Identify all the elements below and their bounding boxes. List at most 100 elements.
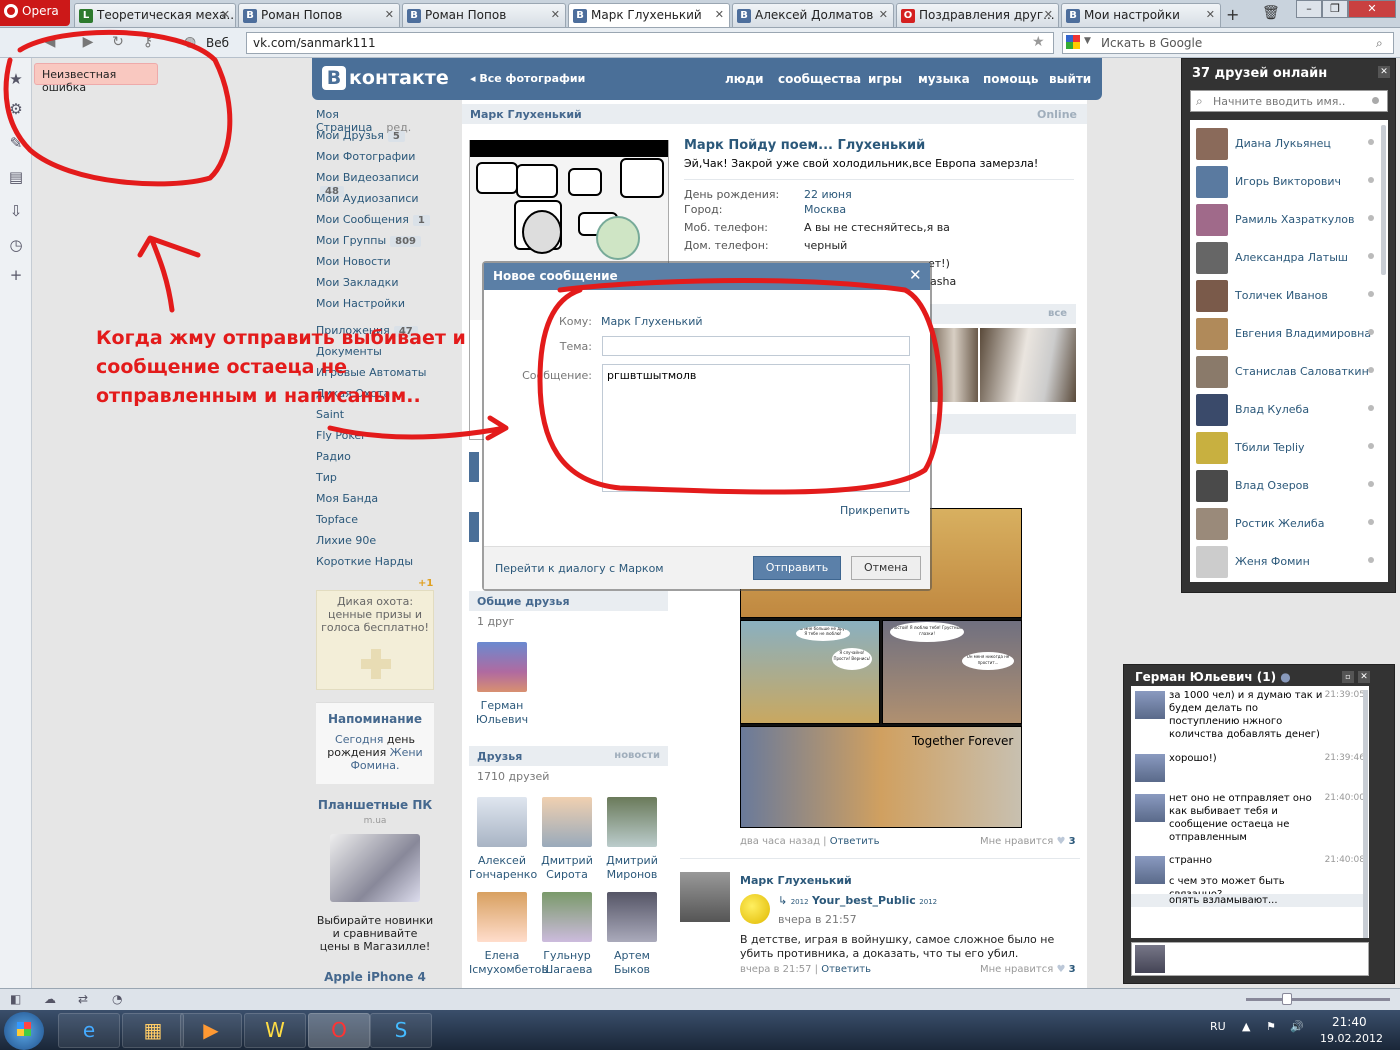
- speed-dial-icon[interactable]: ◔: [112, 992, 122, 1006]
- friends-online-list: Диана Лукьянец Игорь Викторович Рамиль Хаз…: [1190, 120, 1388, 582]
- status-dot-icon: [1368, 443, 1374, 449]
- language-indicator[interactable]: RU: [1210, 1020, 1226, 1033]
- friend-online-name: Александра Латыш: [1235, 251, 1348, 264]
- chat-title: Герман Юльевич (1) ●: [1135, 670, 1291, 684]
- chat-message-text: за 1000 чел) и я думаю так и будем делат…: [1169, 690, 1323, 740]
- chat-message-time: 21:40:08: [1324, 855, 1365, 865]
- status-dot-icon: [1368, 139, 1374, 145]
- avatar: [1135, 794, 1165, 822]
- avatar: [1196, 204, 1228, 236]
- avatar: [1196, 242, 1228, 274]
- avatar: [1196, 318, 1228, 350]
- friend-online-name: Рамиль Хазраткулов: [1235, 213, 1355, 226]
- annotation-circle-error: [3, 29, 233, 187]
- chat-input[interactable]: [1131, 942, 1369, 976]
- friends-online-title: 37 друзей онлайн: [1192, 66, 1328, 81]
- wow-taskbar-icon[interactable]: W: [244, 1013, 306, 1048]
- cloud-icon[interactable]: ☁: [44, 992, 56, 1006]
- status-dot-icon: [1368, 215, 1374, 221]
- friend-online-name: Влад Озеров: [1235, 479, 1309, 492]
- zoom-slider[interactable]: [1246, 998, 1390, 1001]
- friend-online-item[interactable]: Толичек Иванов: [1190, 277, 1388, 315]
- close-icon[interactable]: ✕: [1378, 66, 1390, 78]
- chat-message-text: странно: [1169, 855, 1212, 866]
- minimize-chat-icon[interactable]: ▫: [1342, 671, 1354, 683]
- windows-logo-icon: [17, 1022, 31, 1036]
- status-dot-icon: [1368, 329, 1374, 335]
- annotation-arrow-up: [137, 235, 201, 313]
- friend-online-item[interactable]: Влад Озеров: [1190, 467, 1388, 505]
- chat-message: хорошо!) 21:39:46: [1131, 752, 1367, 782]
- avatar: [1196, 546, 1228, 578]
- tray-arrow-icon[interactable]: ▲: [1242, 1020, 1250, 1033]
- opera-taskbar-icon[interactable]: O: [308, 1013, 370, 1048]
- chat-message: нет оно не отправляет оно как выбивает т…: [1131, 792, 1367, 844]
- zoom-slider-handle[interactable]: [1282, 993, 1292, 1005]
- avatar: [1196, 280, 1228, 312]
- friends-search-input[interactable]: Начните вводить имя..: [1190, 90, 1388, 112]
- friend-online-item[interactable]: Диана Лукьянец: [1190, 125, 1388, 163]
- flag-icon[interactable]: ⚑: [1266, 1020, 1276, 1033]
- chat-message: за 1000 чел) и я думаю так и будем делат…: [1131, 689, 1367, 741]
- annotation-arrow-right: [327, 415, 509, 441]
- chat-message-time: 21:40:00: [1324, 793, 1365, 803]
- friend-online-item[interactable]: Станислав Саловаткин: [1190, 353, 1388, 391]
- annotation-circle-dialog: [537, 278, 943, 495]
- explorer-taskbar-icon[interactable]: ▦: [122, 1013, 184, 1048]
- chat-message-time: 21:39:05: [1324, 690, 1365, 700]
- chat-message-time: 21:39:46: [1324, 753, 1365, 763]
- browser-status-bar: [0, 988, 1400, 1010]
- avatar: [1196, 166, 1228, 198]
- friend-online-item[interactable]: Рамиль Хазраткулов: [1190, 201, 1388, 239]
- friend-online-name: Толичек Иванов: [1235, 289, 1328, 302]
- skype-taskbar-icon[interactable]: S: [370, 1013, 432, 1048]
- clock-time[interactable]: 21:40: [1332, 1015, 1367, 1029]
- friend-online-name: Ростик Желиба: [1235, 517, 1325, 530]
- close-icon[interactable]: ✕: [1358, 671, 1370, 683]
- scrollbar[interactable]: [1363, 690, 1368, 938]
- ie-taskbar-icon[interactable]: e: [58, 1013, 120, 1048]
- avatar: [1196, 128, 1228, 160]
- status-dot-icon: [1372, 97, 1379, 104]
- media-player-taskbar-icon[interactable]: ▶: [180, 1013, 242, 1048]
- search-icon: ⌕: [1196, 94, 1203, 108]
- avatar: [1135, 945, 1165, 973]
- avatar: [1196, 432, 1228, 464]
- friend-online-item[interactable]: Влад Кулеба: [1190, 391, 1388, 429]
- avatar: [1196, 470, 1228, 502]
- avatar: [1135, 691, 1165, 719]
- chat-message: странно 21:40:08: [1131, 854, 1367, 884]
- friend-online-item[interactable]: Игорь Викторович: [1190, 163, 1388, 201]
- avatar: [1196, 356, 1228, 388]
- panel-toggle-icon[interactable]: ◧: [10, 992, 21, 1006]
- friend-online-name: Тбили Tepliy: [1235, 441, 1305, 454]
- status-dot-icon: [1368, 557, 1374, 563]
- avatar: [1135, 754, 1165, 782]
- friend-online-item[interactable]: Тбили Tepliy: [1190, 429, 1388, 467]
- friend-online-name: Станислав Саловаткин: [1235, 365, 1369, 378]
- friend-online-item[interactable]: Евгения Владимировна: [1190, 315, 1388, 353]
- chat-message: опять взламывают...: [1131, 894, 1367, 907]
- chat-message-text: опять взламывают...: [1169, 895, 1278, 906]
- friend-online-item[interactable]: Ростик Желиба: [1190, 505, 1388, 543]
- status-dot-icon: [1368, 253, 1374, 259]
- status-dot-icon: [1368, 405, 1374, 411]
- friend-online-item[interactable]: Женя Фомин: [1190, 543, 1388, 581]
- friend-online-name: Диана Лукьянец: [1235, 137, 1331, 150]
- friend-online-name: Женя Фомин: [1235, 555, 1310, 568]
- chat-message-text: хорошо!): [1169, 753, 1217, 764]
- status-dot-icon: [1368, 481, 1374, 487]
- chat-messages: за 1000 чел) и я думаю так и будем делат…: [1131, 686, 1369, 938]
- avatar: [1196, 508, 1228, 540]
- friend-online-item[interactable]: Александра Латыш: [1190, 239, 1388, 277]
- chat-message-text: нет оно не отправляет оно как выбивает т…: [1169, 793, 1312, 843]
- status-dot-icon: [1368, 291, 1374, 297]
- clock-date[interactable]: 19.02.2012: [1320, 1032, 1383, 1045]
- friend-online-name: Евгения Владимировна: [1235, 327, 1372, 340]
- status-dot-icon: [1368, 367, 1374, 373]
- share-icon[interactable]: ⇄: [78, 992, 88, 1006]
- online-dot-icon: ●: [1280, 670, 1291, 684]
- friend-online-name: Влад Кулеба: [1235, 403, 1310, 416]
- volume-icon[interactable]: 🔊: [1290, 1020, 1304, 1033]
- scrollbar[interactable]: [1381, 125, 1386, 275]
